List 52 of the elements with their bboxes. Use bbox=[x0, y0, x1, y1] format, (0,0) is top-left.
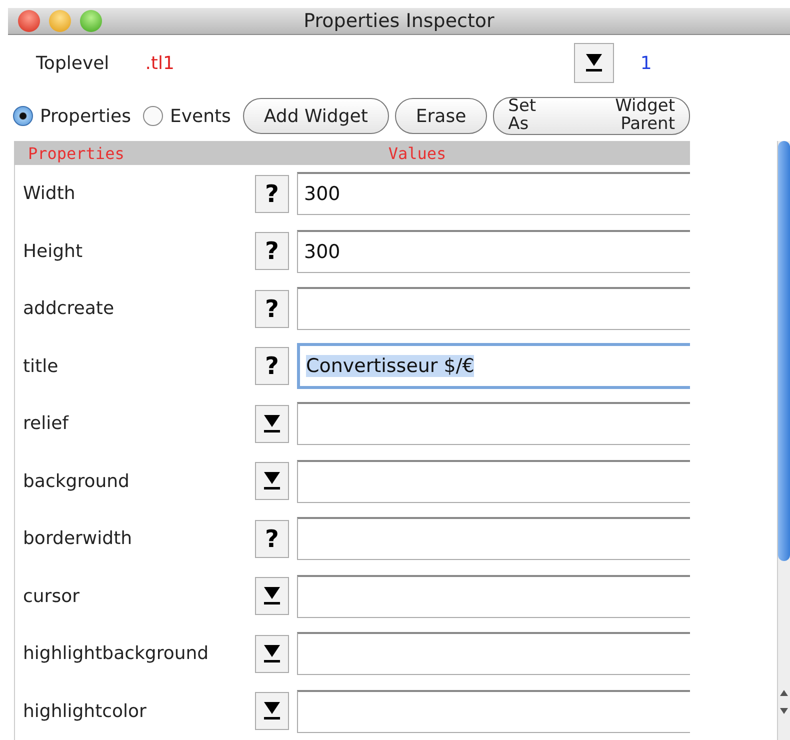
value-field[interactable] bbox=[297, 632, 690, 676]
dropdown-button[interactable] bbox=[255, 462, 289, 500]
radio-option[interactable]: Properties bbox=[13, 106, 131, 126]
help-button[interactable]: ? bbox=[255, 290, 289, 328]
toplevel-label: Toplevel bbox=[36, 52, 110, 74]
dropdown-button[interactable] bbox=[574, 43, 614, 83]
column-header: Values bbox=[388, 144, 446, 162]
window-title: Properties Inspector bbox=[304, 10, 494, 32]
close-button[interactable] bbox=[18, 10, 40, 32]
value-field[interactable] bbox=[297, 460, 690, 503]
help-button[interactable]: ? bbox=[255, 174, 289, 213]
dropdown-icon bbox=[262, 642, 282, 665]
toplevel-path: .tl1 bbox=[145, 52, 174, 74]
property-name: Width bbox=[22, 183, 76, 204]
value-field[interactable]: 300 bbox=[297, 230, 690, 273]
column-header: Properties bbox=[28, 144, 124, 162]
property-name: addcreate bbox=[22, 298, 116, 320]
dropdown-icon bbox=[584, 52, 604, 74]
property-name: borderwidth bbox=[22, 528, 134, 550]
property-name: cursor bbox=[22, 586, 80, 607]
dropdown-icon bbox=[262, 700, 282, 722]
radio-option[interactable]: Events bbox=[142, 106, 231, 126]
dropdown-icon bbox=[262, 470, 282, 492]
property-name: Height bbox=[22, 240, 84, 262]
property-name: background bbox=[22, 470, 130, 492]
property-name: title bbox=[22, 356, 60, 377]
dropdown-icon bbox=[262, 412, 282, 435]
dropdown-icon bbox=[262, 585, 282, 608]
dropdown-button[interactable] bbox=[255, 404, 289, 443]
menu-value: 1 bbox=[640, 52, 652, 74]
value-field[interactable] bbox=[297, 287, 690, 330]
dropdown-button[interactable] bbox=[255, 577, 289, 616]
dropdown-button[interactable] bbox=[255, 692, 289, 730]
help-button[interactable]: ? bbox=[255, 232, 289, 270]
property-name: highlightcolor bbox=[22, 700, 148, 722]
action-button[interactable]: Erase bbox=[394, 98, 488, 134]
property-name: highlightbackground bbox=[22, 643, 210, 664]
value-field[interactable]: 300 bbox=[297, 172, 690, 216]
dropdown-button[interactable] bbox=[255, 634, 289, 673]
value-field[interactable]: Convertisseur $/€ bbox=[297, 343, 690, 390]
zoom-button[interactable] bbox=[80, 10, 102, 32]
action-button[interactable]: Set Widget As Parent bbox=[493, 97, 690, 135]
scrollbar[interactable] bbox=[777, 141, 790, 740]
help-button[interactable]: ? bbox=[255, 520, 289, 558]
value-field[interactable] bbox=[297, 574, 690, 618]
property-name: relief bbox=[22, 413, 70, 434]
value-field[interactable] bbox=[297, 517, 690, 560]
scroll-thumb[interactable] bbox=[778, 141, 790, 561]
action-button[interactable]: Add Widget bbox=[242, 98, 389, 134]
value-field[interactable] bbox=[297, 690, 690, 733]
value-field[interactable] bbox=[297, 402, 690, 446]
help-button[interactable]: ? bbox=[255, 347, 289, 386]
